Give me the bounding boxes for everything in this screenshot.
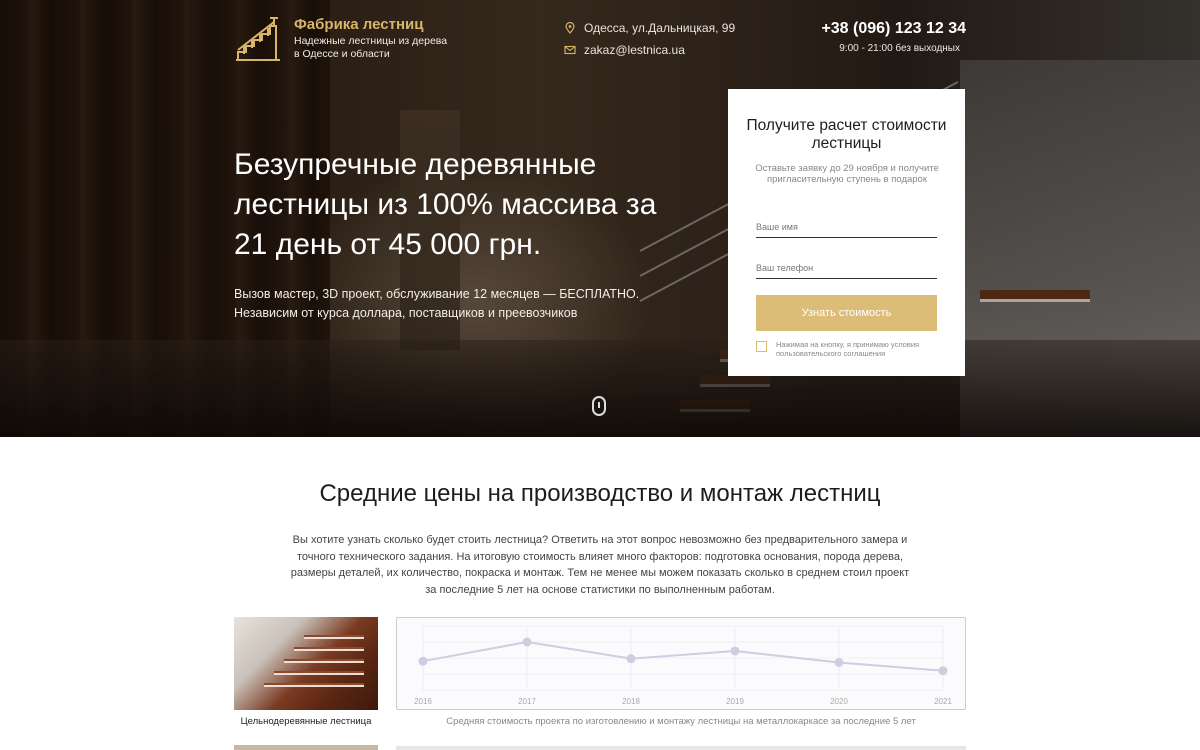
name-input[interactable]	[756, 216, 937, 238]
wooden-staircase-photo[interactable]	[234, 617, 378, 710]
get-price-button[interactable]: Узнать стоимость	[756, 295, 937, 331]
phone-input[interactable]	[756, 257, 937, 279]
chart-x-tick-label: 2016	[414, 697, 432, 706]
prices-description: Вы хотите узнать сколько будет стоить ле…	[290, 534, 910, 596]
phone-link[interactable]: +38 (096) 123 12 34	[800, 20, 966, 38]
form-title: Получите расчет стоимости лестницы	[746, 117, 947, 152]
price-chart: 2016 2017 2018 2019 2020 2021	[396, 617, 966, 710]
chart-caption: Средняя стоимость проекта по изготовлени…	[446, 716, 916, 727]
location-pin-icon	[565, 22, 575, 34]
chart-x-tick-label: 2017	[518, 697, 536, 706]
agreement-checkbox[interactable]	[756, 341, 767, 352]
work-hours: 9:00 - 21:00 без выходных	[839, 43, 960, 54]
photo-step	[284, 659, 364, 663]
brand-title[interactable]: Фабрика лестниц	[294, 16, 423, 33]
mail-icon	[564, 45, 576, 55]
next-chart-peek	[396, 746, 966, 750]
next-photo-peek	[234, 745, 378, 750]
photo-step	[294, 647, 364, 651]
photo-caption: Цельнодеревянные лестница	[240, 716, 372, 727]
chart-x-tick-label: 2021	[934, 697, 952, 706]
chart-point[interactable]	[626, 654, 636, 664]
photo-step	[304, 635, 364, 639]
cost-request-form: Получите расчет стоимости лестницы Остав…	[728, 89, 965, 376]
chart-point[interactable]	[522, 637, 532, 647]
chart-series-line	[422, 640, 944, 672]
stairs-logo-icon[interactable]	[234, 14, 282, 62]
photo-step	[274, 671, 364, 675]
prices-title: Средние цены на производство и монтаж ле…	[319, 480, 881, 507]
chart-point[interactable]	[834, 657, 844, 667]
agreement-text: Нажимая на кнопку, я принимаю условия по…	[776, 340, 920, 358]
scroll-down-icon[interactable]	[592, 396, 606, 416]
chart-point[interactable]	[730, 646, 740, 656]
chart-x-tick-label: 2018	[622, 697, 640, 706]
hero-subline: Вызов мастер, 3D проект, обслуживание 12…	[234, 287, 640, 320]
form-description: Оставьте заявку до 29 ноября и получите …	[755, 163, 939, 185]
photo-step	[264, 683, 364, 687]
email-block[interactable]: zakaz@lestnica.ua	[564, 43, 685, 57]
address-text: Одесса, ул.Дальницкая, 99	[584, 21, 736, 35]
hero-headline: Безупречные деревянные лестницы из 100% …	[234, 148, 657, 261]
brand-subtitle: Надежные лестницы из дерева в Одессе и о…	[294, 35, 448, 60]
chart-x-tick-label: 2020	[830, 697, 848, 706]
address-block: Одесса, ул.Дальницкая, 99	[564, 21, 735, 35]
chart-point[interactable]	[938, 666, 948, 676]
email-link[interactable]: zakaz@lestnica.ua	[584, 43, 685, 57]
price-line-chart: 2016 2017 2018 2019 2020 2021	[414, 625, 952, 706]
chart-x-tick-label: 2019	[726, 697, 744, 706]
chart-point[interactable]	[418, 656, 428, 666]
